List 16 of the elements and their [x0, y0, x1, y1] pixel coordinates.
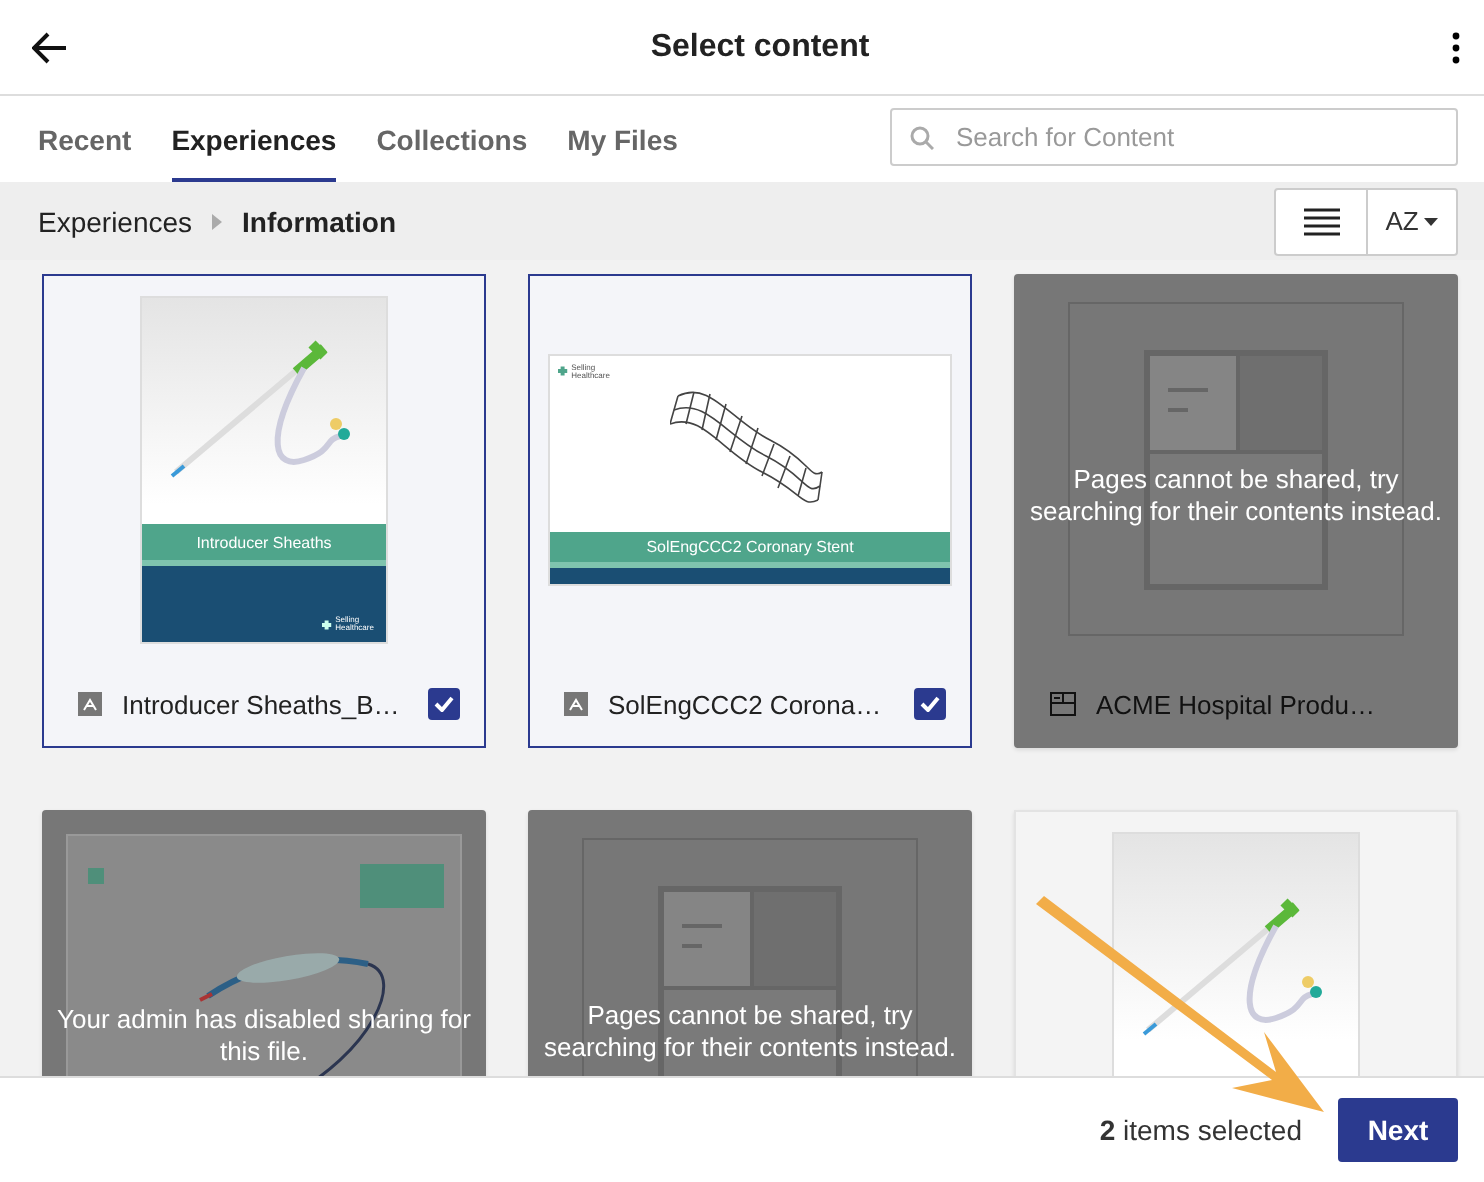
file-name: SolEngCCC2 Corona… — [608, 689, 884, 719]
breadcrumb-item[interactable]: Experiences — [38, 205, 193, 237]
tab[interactable]: My Files — [567, 100, 678, 182]
file-name: ACME Hospital Produ… — [1096, 689, 1377, 719]
breadcrumb-item: Information — [242, 205, 397, 237]
banner-text: Introducer Sheaths — [142, 523, 386, 565]
page-title: Select content — [650, 29, 870, 65]
file-name: Introducer Sheaths_B… — [122, 689, 402, 719]
search-field[interactable]: Search for Content — [890, 108, 1458, 166]
tab[interactable]: Collections — [376, 100, 528, 182]
next-button[interactable]: Next — [1338, 1098, 1458, 1162]
tab[interactable]: Recent — [38, 100, 132, 182]
blocked-message: Pages cannot be shared, try searching for their contents instead. — [542, 1000, 958, 1063]
selection-count: 2 items selected — [1099, 1114, 1302, 1146]
banner-text: SolEngCCC2 Coronary Stent — [550, 531, 950, 567]
blocked-message: Pages cannot be shared, try searching for their contents instead. — [1028, 464, 1444, 527]
